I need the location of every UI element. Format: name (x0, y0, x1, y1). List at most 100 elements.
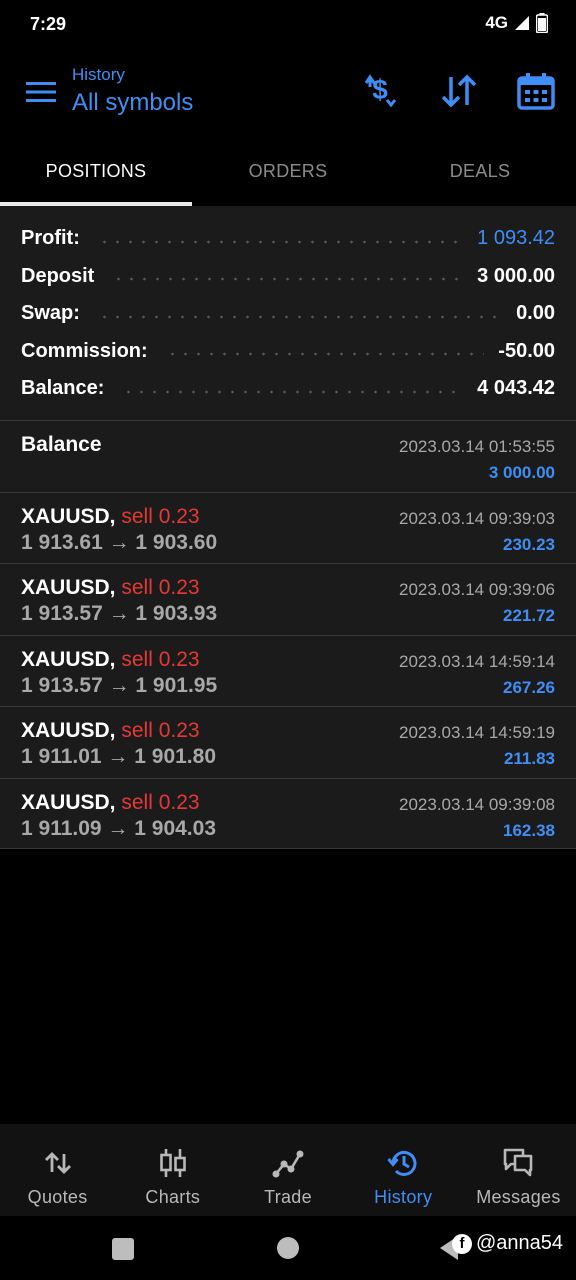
item-time: 2023.03.14 09:39:06 (399, 580, 555, 599)
page-title: All symbols (72, 89, 194, 116)
status-time: 7:29 (30, 14, 67, 34)
item-time: 2023.03.14 01:53:55 (399, 437, 555, 456)
item-header: XAUUSD, sell 0.23 (21, 719, 200, 743)
tab-bar: POSITIONS ORDERS DEALS (0, 140, 576, 206)
nav-label: Quotes (27, 1187, 88, 1207)
item-symbol: XAUUSD, (21, 719, 116, 742)
summary-row-profit: Profit: 1 093.42 (0, 220, 576, 258)
item-type: sell 0.23 (121, 647, 200, 671)
nav-quotes[interactable]: Quotes (0, 1124, 115, 1216)
tab-orders[interactable]: ORDERS (192, 140, 384, 206)
app-bar: History All symbols $ (0, 55, 576, 135)
item-profit: 211.83 (503, 749, 555, 768)
trade-icon (272, 1150, 304, 1178)
watermark-text: @anna54 (476, 1232, 564, 1254)
item-symbol: XAUUSD, (21, 790, 116, 814)
balance-title: Balance (21, 433, 102, 456)
system-nav-bar: f @anna54 (0, 1216, 576, 1280)
svg-text:$: $ (372, 74, 388, 105)
status-bar: 7:29 4G (0, 0, 576, 50)
summary-label: Balance: (21, 377, 105, 400)
bottom-nav: Quotes Charts Trade History Messages (0, 1124, 576, 1216)
dotted-leader (97, 314, 503, 319)
nav-charts[interactable]: Charts (115, 1124, 230, 1216)
nav-messages[interactable]: Messages (461, 1124, 576, 1216)
tab-deals[interactable]: DEALS (384, 140, 576, 206)
summary-row-commission: Commission: -50.00 (0, 333, 576, 371)
status-indicators: 4G (485, 13, 548, 33)
position-item[interactable]: XAUUSD, sell 0.23 1 913.57 → 1 901.95 20… (0, 634, 576, 706)
signal-icon (515, 16, 529, 30)
item-profit: 162.38 (503, 820, 555, 840)
item-profit: 230.23 (503, 534, 555, 554)
summary-label: Swap: (21, 302, 80, 325)
dotted-leader (112, 277, 464, 282)
quotes-icon (44, 1152, 71, 1174)
item-prices: 1 913.57 → 1 901.95 (21, 673, 218, 697)
item-type: sell 0.23 (121, 790, 200, 814)
item-time: 2023.03.14 09:39:03 (399, 508, 555, 528)
summary-value: 4 043.42 (477, 377, 555, 400)
dotted-leader (165, 352, 485, 357)
summary-value: 3 000.00 (477, 264, 555, 287)
item-type: sell 0.23 (121, 504, 200, 528)
history-list: Balance 2023.03.14 01:53:55 3 000.00 XAU… (0, 420, 576, 849)
item-header: XAUUSD, sell 0.23 (21, 505, 200, 529)
calendar-icon[interactable] (516, 71, 556, 111)
nav-label: Messages (476, 1187, 561, 1207)
summary-row-balance: Balance: 4 043.42 (0, 370, 576, 408)
dotted-leader (97, 239, 464, 244)
title-selector[interactable]: History All symbols (72, 65, 193, 117)
summary-label: Deposit (21, 264, 95, 287)
item-time: 2023.03.14 09:39:08 (399, 794, 555, 814)
summary-value: -50.00 (498, 339, 555, 362)
nav-label: History (374, 1187, 433, 1207)
nav-label: Trade (264, 1187, 312, 1207)
history-icon (387, 1150, 417, 1176)
network-type: 4G (485, 13, 508, 32)
summary-label: Profit: (21, 227, 80, 250)
summary-value: 1 093.42 (477, 227, 555, 250)
balance-item[interactable]: Balance 2023.03.14 01:53:55 3 000.00 (0, 420, 576, 492)
item-profit: 267.26 (503, 677, 555, 697)
position-item[interactable]: XAUUSD, sell 0.23 1 913.61 → 1 903.60 20… (0, 491, 576, 563)
sort-icon[interactable] (439, 71, 479, 111)
menu-icon[interactable] (26, 79, 56, 105)
summary-panel: Profit: 1 093.42 Deposit 3 000.00 Swap: … (0, 206, 576, 420)
item-header: XAUUSD, sell 0.23 (21, 791, 200, 815)
item-symbol: XAUUSD, (21, 504, 116, 528)
nav-trade[interactable]: Trade (230, 1124, 345, 1216)
item-prices: 1 911.09 → 1 904.03 (21, 816, 216, 840)
item-type: sell 0.23 (121, 719, 200, 742)
item-symbol: XAUUSD, (21, 576, 116, 599)
position-item[interactable]: XAUUSD, sell 0.23 1 913.57 → 1 903.93 20… (0, 563, 576, 635)
summary-value: 0.00 (516, 302, 555, 325)
charts-icon (159, 1149, 186, 1177)
nav-history[interactable]: History (346, 1124, 461, 1216)
position-item[interactable]: XAUUSD, sell 0.23 1 911.09 → 1 904.03 20… (0, 777, 576, 849)
item-prices: 1 913.57 → 1 903.93 (21, 602, 218, 625)
recents-button[interactable] (112, 1238, 134, 1260)
item-header: XAUUSD, sell 0.23 (21, 648, 200, 672)
page-subtitle: History (72, 65, 125, 84)
summary-row-deposit: Deposit 3 000.00 (0, 258, 576, 296)
position-item[interactable]: XAUUSD, sell 0.23 1 911.01 → 1 901.80 20… (0, 706, 576, 778)
item-prices: 1 911.01 → 1 901.80 (21, 745, 216, 768)
watermark: f @anna54 (452, 1232, 563, 1255)
item-profit: 221.72 (503, 606, 555, 625)
facebook-icon: f (452, 1233, 472, 1254)
summary-label: Commission: (21, 339, 148, 362)
tab-positions[interactable]: POSITIONS (0, 140, 192, 206)
item-header: XAUUSD, sell 0.23 (21, 576, 200, 600)
home-button[interactable] (277, 1237, 299, 1259)
item-prices: 1 913.61 → 1 903.60 (21, 530, 218, 554)
messages-icon (504, 1148, 533, 1177)
item-type: sell 0.23 (121, 576, 200, 599)
battery-icon (536, 13, 548, 33)
item-time: 2023.03.14 14:59:14 (399, 651, 555, 671)
item-amount: 3 000.00 (488, 463, 555, 482)
item-symbol: XAUUSD, (21, 647, 116, 671)
summary-row-swap: Swap: 0.00 (0, 295, 576, 333)
dollar-exchange-icon[interactable]: $ (360, 71, 400, 111)
dotted-leader (122, 389, 464, 394)
